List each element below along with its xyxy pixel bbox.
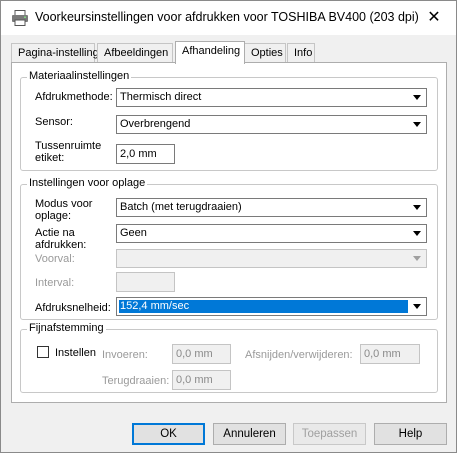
output-mode-value: Batch (met terugdraaien) — [120, 201, 242, 213]
feed-input: 0,0 mm — [172, 344, 231, 364]
cut-remove-input: 0,0 mm — [360, 344, 420, 364]
print-method-value: Thermisch direct — [120, 91, 202, 103]
finishing-panel: Materiaalinstellingen Afdrukmethode: The… — [11, 62, 447, 403]
gap-label-line2: etiket: — [35, 152, 65, 164]
print-speed-value: 152,4 mm/sec — [119, 300, 408, 313]
tab-info[interactable]: Info — [287, 43, 315, 63]
post-print-action-value: Geen — [120, 227, 147, 239]
chevron-down-icon — [410, 200, 425, 215]
ok-button[interactable]: OK — [132, 423, 205, 445]
output-mode-label-line2: oplage: — [35, 210, 72, 222]
post-print-action-label-line2: afdrukken: — [35, 239, 87, 251]
close-icon: ✕ — [427, 9, 441, 26]
chevron-down-icon — [410, 299, 425, 314]
interval-label: Interval: — [35, 277, 75, 289]
prefeed-select — [116, 249, 427, 268]
fine-adjustment-legend: Fijnafstemming — [27, 322, 106, 334]
chevron-down-icon — [410, 117, 425, 132]
gap-label-line1: Tussenruimte — [35, 140, 102, 152]
sensor-value: Overbrengend — [120, 118, 191, 130]
print-preferences-dialog: Voorkeursinstellingen voor afdrukken voo… — [0, 0, 457, 453]
output-mode-label-line1: Modus voor — [35, 198, 93, 210]
print-method-label: Afdrukmethode: — [35, 91, 113, 103]
post-print-action-label-line1: Actie na — [35, 227, 75, 239]
cancel-button[interactable]: Annuleren — [213, 423, 286, 445]
cut-remove-label: Afsnijden/verwijderen: — [245, 349, 353, 361]
material-settings-legend: Materiaalinstellingen — [27, 70, 132, 82]
chevron-down-icon — [410, 90, 425, 105]
chevron-down-icon — [410, 226, 425, 241]
print-speed-label: Afdruksnelheid: — [35, 302, 111, 314]
window-title: Voorkeursinstellingen voor afdrukken voo… — [35, 10, 419, 24]
sensor-select[interactable]: Overbrengend — [116, 115, 427, 134]
title-bar: Voorkeursinstellingen voor afdrukken voo… — [1, 1, 456, 35]
chevron-down-icon — [410, 251, 425, 266]
printer-icon — [12, 10, 28, 26]
tab-finishing[interactable]: Afhandeling — [175, 41, 245, 64]
print-speed-select[interactable]: 152,4 mm/sec — [116, 297, 427, 316]
apply-button: Toepassen — [293, 423, 366, 445]
post-print-action-select[interactable]: Geen — [116, 224, 427, 243]
tab-images[interactable]: Afbeeldingen — [97, 43, 173, 63]
interval-input — [116, 272, 175, 292]
fine-adjust-label: Instellen — [55, 347, 96, 359]
close-button[interactable]: ✕ — [421, 7, 447, 29]
prefeed-label: Voorval: — [35, 253, 75, 265]
feed-label: Invoeren: — [102, 349, 148, 361]
print-method-select[interactable]: Thermisch direct — [116, 88, 427, 107]
output-settings-legend: Instellingen voor oplage — [27, 177, 148, 189]
help-button[interactable]: Help — [374, 423, 447, 445]
tab-options[interactable]: Opties — [244, 43, 286, 63]
fine-adjust-checkbox[interactable] — [37, 346, 49, 358]
tab-page-setup[interactable]: Pagina-instelling — [11, 43, 99, 63]
backfeed-input: 0,0 mm — [172, 370, 231, 390]
gap-input[interactable]: 2,0 mm — [116, 144, 175, 164]
sensor-label: Sensor: — [35, 116, 73, 128]
output-mode-select[interactable]: Batch (met terugdraaien) — [116, 198, 427, 217]
backfeed-label: Terugdraaien: — [102, 375, 170, 387]
